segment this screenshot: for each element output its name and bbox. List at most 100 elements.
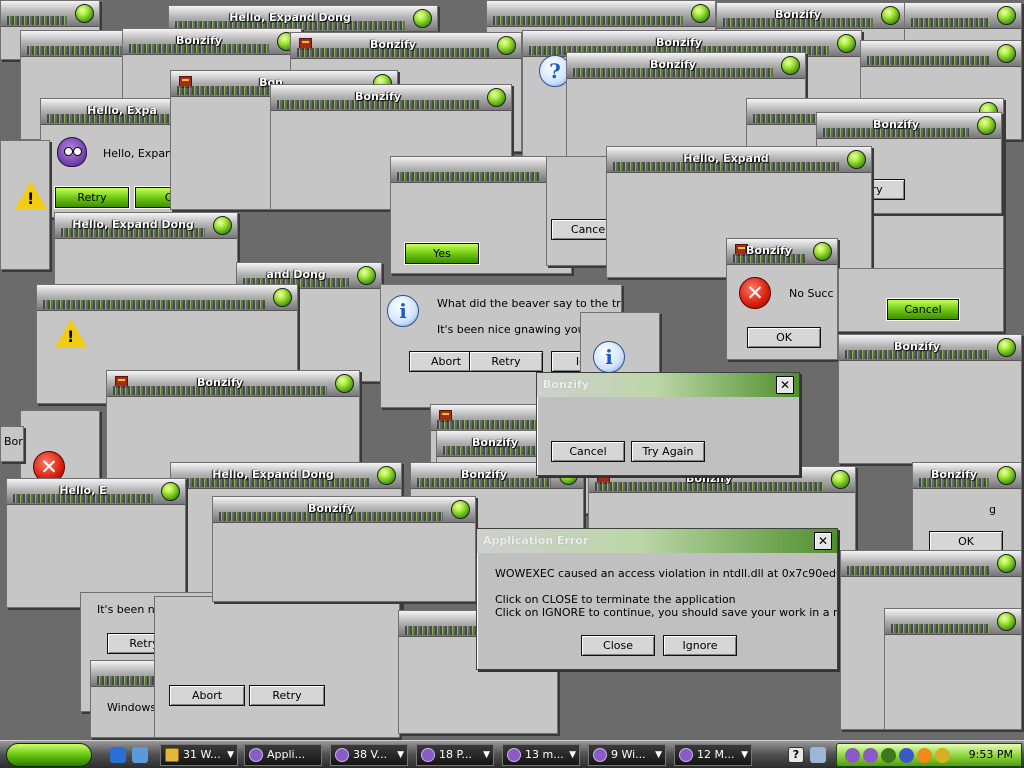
- ok-button[interactable]: OK: [747, 327, 821, 348]
- taskbar-button[interactable]: 9 Wi... ▼: [588, 744, 666, 766]
- close-orb-icon[interactable]: [997, 6, 1016, 25]
- title-bar[interactable]: [37, 285, 297, 311]
- title-bar[interactable]: Hello, Expand: [607, 147, 871, 173]
- bonzi-tray-icon[interactable]: [845, 748, 860, 763]
- title-bar[interactable]: Hello, Expand Dong: [55, 213, 237, 239]
- ignore-button[interactable]: Ignore: [663, 635, 737, 656]
- dropdown-arrow-icon: ▼: [655, 750, 662, 760]
- close-orb-icon[interactable]: [831, 470, 850, 489]
- close-orb-icon[interactable]: [161, 482, 180, 501]
- close-orb-icon[interactable]: [997, 44, 1016, 63]
- dialog: Hello, E: [6, 478, 186, 608]
- title-bar[interactable]: Bonzify: [291, 33, 521, 59]
- title-bar[interactable]: [391, 157, 571, 183]
- title-bar[interactable]: Bonzify: [123, 29, 301, 55]
- abort-button[interactable]: Abort: [169, 685, 245, 706]
- close-orb-icon[interactable]: [335, 374, 354, 393]
- title-bar[interactable]: Bonzify: [213, 497, 475, 523]
- close-button[interactable]: ✕: [776, 376, 794, 394]
- close-orb-icon[interactable]: [487, 88, 506, 107]
- dialog-message: g: [989, 503, 996, 516]
- ok-button[interactable]: OK: [929, 531, 1003, 552]
- close-orb-icon[interactable]: [997, 466, 1016, 485]
- title-bar[interactable]: Bonzify: [107, 371, 359, 397]
- internet-explorer-icon[interactable]: [110, 747, 126, 763]
- title-bar[interactable]: Bonzify: [717, 3, 905, 29]
- close-orb-icon[interactable]: [781, 56, 800, 75]
- warning-icon: !: [15, 181, 47, 209]
- taskbar-button[interactable]: 18 P... ▼: [416, 744, 494, 766]
- close-orb-icon[interactable]: [413, 9, 432, 28]
- close-button[interactable]: ✕: [814, 532, 832, 550]
- title-bar[interactable]: [1, 1, 99, 27]
- close-orb-icon[interactable]: [997, 338, 1016, 357]
- close-orb-icon[interactable]: [497, 36, 516, 55]
- dialog-title: Hello, E: [59, 484, 107, 497]
- close-orb-icon[interactable]: [847, 150, 866, 169]
- show-desktop-icon[interactable]: [132, 747, 148, 763]
- retry-button[interactable]: Retry: [469, 351, 543, 372]
- title-bar[interactable]: Bonzify: [839, 335, 1021, 361]
- title-bar[interactable]: Bonzify: [727, 239, 837, 265]
- taskbar-button[interactable]: 31 W... ▼: [160, 744, 238, 766]
- dialog-title: Bonzify: [370, 38, 416, 51]
- taskbar-button[interactable]: 38 V... ▼: [330, 744, 408, 766]
- dialog: !: [0, 140, 50, 270]
- title-bar[interactable]: Bonzify: [913, 463, 1021, 489]
- help-icon[interactable]: ?: [788, 747, 804, 763]
- dialog-title: Bonzify: [656, 36, 702, 49]
- close-orb-icon[interactable]: [977, 116, 996, 135]
- dialog-title: Hello, Expand Dong: [212, 468, 334, 481]
- close-orb-icon[interactable]: [881, 6, 900, 25]
- dialog-title: Bonzify: [355, 90, 401, 103]
- taskbar-button[interactable]: Appli...: [244, 744, 322, 766]
- close-orb-icon[interactable]: [691, 4, 710, 23]
- title-bar[interactable]: Bonzify: [567, 53, 805, 79]
- try-again-button[interactable]: Try Again: [631, 441, 705, 462]
- title-bar[interactable]: Hello, E: [7, 479, 185, 505]
- title-bar[interactable]: [487, 1, 715, 27]
- close-orb-icon[interactable]: [75, 4, 94, 23]
- title-bar[interactable]: Bonzify: [271, 85, 511, 111]
- security-tray-icon[interactable]: [935, 748, 950, 763]
- close-orb-icon[interactable]: [837, 34, 856, 53]
- yes-button[interactable]: Yes: [404, 242, 480, 265]
- close-orb-icon[interactable]: [273, 288, 292, 307]
- close-orb-icon[interactable]: [997, 612, 1016, 631]
- title-bar[interactable]: [861, 41, 1021, 67]
- close-orb-icon[interactable]: [997, 554, 1016, 573]
- language-icon[interactable]: [810, 747, 826, 763]
- dialog-message: Windows: [107, 701, 157, 714]
- close-orb-icon[interactable]: [213, 216, 232, 235]
- close-orb-icon[interactable]: [357, 266, 376, 285]
- volume-tray-icon[interactable]: [899, 748, 914, 763]
- close-orb-icon[interactable]: [451, 500, 470, 519]
- start-button[interactable]: [6, 743, 92, 767]
- dialog-title: Bonzify: [746, 244, 792, 257]
- close-orb-icon[interactable]: [813, 242, 832, 261]
- title-bar[interactable]: Application Error ✕: [477, 529, 837, 553]
- search-tray-icon[interactable]: [917, 748, 932, 763]
- cancel-button[interactable]: Cancel: [551, 441, 625, 462]
- task-label: 9 Wi...: [611, 748, 646, 761]
- title-bar[interactable]: [841, 551, 1021, 577]
- bonzi-tray-icon[interactable]: [863, 748, 878, 763]
- error-message: WOWEXEC caused an access violation in nt…: [495, 567, 838, 580]
- clock[interactable]: 9:53 PM: [969, 748, 1013, 761]
- title-bar[interactable]: [885, 609, 1021, 635]
- title-bar[interactable]: Bonzify ✕: [537, 373, 799, 397]
- title-bar[interactable]: [905, 3, 1021, 29]
- dialog-message: Hello, Expand: [103, 147, 180, 160]
- bonzify-error-dialog: Bonzify ✕ Cancel Try Again: [536, 372, 800, 476]
- close-orb-icon[interactable]: [377, 466, 396, 485]
- retry-button[interactable]: Retry: [54, 186, 130, 209]
- taskbar-button[interactable]: 12 M... ▼: [674, 744, 752, 766]
- network-tray-icon[interactable]: [881, 748, 896, 763]
- cancel-button[interactable]: Cancel: [886, 298, 960, 321]
- retry-button[interactable]: Retry: [249, 685, 325, 706]
- title-bar[interactable]: Bonzify: [817, 113, 1001, 139]
- dialog-title: Hello, Expand Dong: [229, 11, 351, 24]
- title-bar[interactable]: Hello, Expand Dong: [171, 463, 401, 489]
- taskbar-button[interactable]: 13 m... ▼: [502, 744, 580, 766]
- close-app-button[interactable]: Close: [581, 635, 655, 656]
